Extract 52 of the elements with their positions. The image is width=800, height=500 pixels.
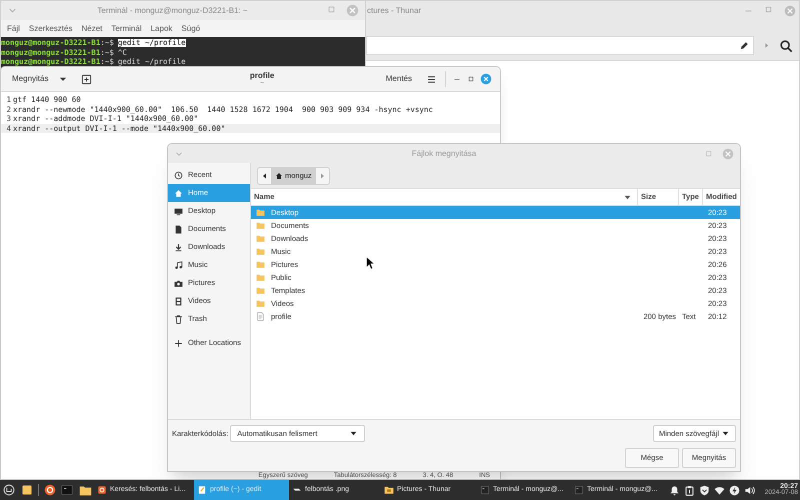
power-icon[interactable]	[728, 484, 740, 496]
monitor-icon	[174, 206, 183, 216]
terminal-icon	[480, 485, 490, 495]
folder-icon[interactable]	[79, 484, 92, 496]
browser-icon[interactable]	[44, 484, 56, 496]
clock-icon	[174, 170, 183, 180]
plus-icon	[174, 338, 183, 348]
document-icon	[256, 312, 265, 321]
window-title: Fájlok megnyitása	[410, 148, 478, 160]
close-icon[interactable]	[480, 73, 492, 85]
document-title: profile	[250, 72, 274, 80]
right-arrow-icon	[318, 172, 326, 180]
left-arrow-icon	[260, 172, 268, 180]
folder-icon[interactable]	[21, 484, 33, 496]
music-note-icon	[174, 260, 183, 270]
camera-icon	[174, 278, 183, 288]
location-field[interactable]	[366, 36, 754, 55]
notepad-icon	[197, 485, 207, 495]
menu-item[interactable]: Szerkesztés	[28, 22, 72, 34]
menu-item[interactable]: Fájl	[7, 22, 20, 34]
terminal-icon[interactable]	[61, 484, 73, 496]
home-icon	[275, 172, 283, 180]
menu-icon[interactable]	[426, 74, 437, 84]
menu-item[interactable]: Lapok	[150, 22, 172, 34]
browser-icon	[97, 485, 107, 495]
menu-item[interactable]: Súgó	[181, 22, 200, 34]
shield-icon[interactable]	[698, 484, 710, 496]
start-menu-icon[interactable]	[3, 484, 15, 496]
film-icon	[174, 296, 183, 306]
terminal-icon	[574, 485, 584, 495]
trash-icon	[174, 314, 183, 324]
volume-icon[interactable]	[744, 484, 755, 496]
wifi-icon[interactable]	[714, 484, 725, 496]
folder-icon	[384, 485, 394, 495]
save-button[interactable]: Mentés	[382, 73, 416, 85]
search-icon[interactable]	[779, 38, 793, 52]
download-icon	[174, 242, 183, 252]
pencil-icon[interactable]	[739, 40, 749, 50]
maximize-icon[interactable]	[466, 74, 476, 84]
document-icon	[174, 224, 183, 234]
menu-item[interactable]: Nézet	[81, 22, 102, 34]
dropdown-arrow-icon	[721, 429, 730, 438]
menu-item[interactable]: Terminál	[111, 22, 142, 34]
new-tab-icon[interactable]	[81, 74, 92, 84]
bell-icon[interactable]	[668, 484, 680, 496]
open-button[interactable]: Megnyitás	[9, 70, 72, 88]
window-title: Terminál - monguz@monguz-D3221-B1: ~	[96, 4, 249, 16]
dropdown-arrow-icon	[349, 429, 358, 438]
home-icon	[174, 188, 183, 198]
mouse-pointer-icon	[365, 256, 376, 270]
window-title: ctures - Thunar	[367, 5, 422, 17]
clipboard-icon[interactable]	[684, 484, 695, 496]
